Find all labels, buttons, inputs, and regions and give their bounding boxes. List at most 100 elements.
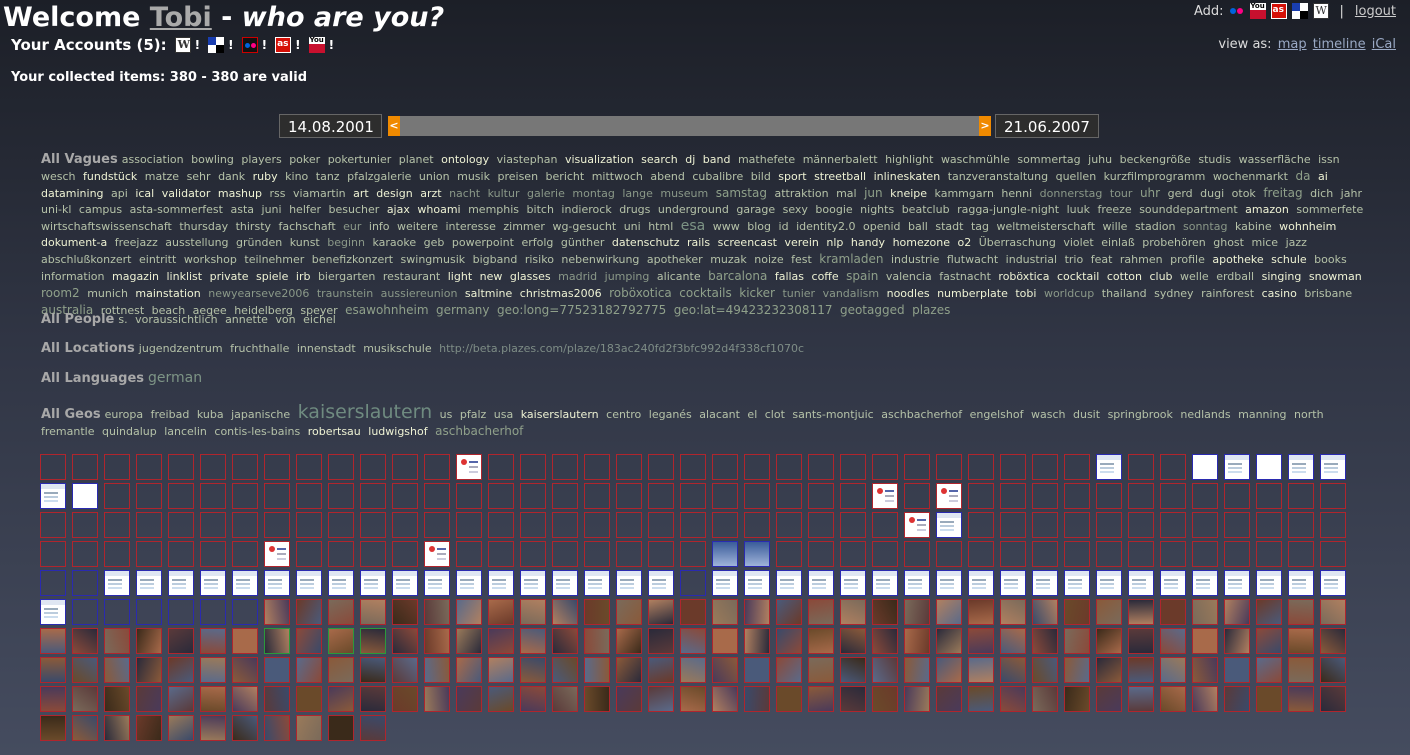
empty-slot[interactable] <box>136 541 162 567</box>
tag-link[interactable]: kaiserslautern <box>298 401 433 423</box>
empty-slot[interactable] <box>648 512 674 538</box>
tag-link[interactable]: art <box>353 187 369 200</box>
tag-link[interactable]: weltmeisterschaft <box>997 220 1096 233</box>
tag-link[interactable]: waschmühle <box>941 153 1010 166</box>
photo-thumbnail[interactable] <box>968 686 994 712</box>
add-wordpress-icon[interactable] <box>1312 3 1329 19</box>
lastfm-icon[interactable] <box>275 37 292 53</box>
photo-thumbnail[interactable] <box>840 628 866 654</box>
bookmark-thumbnail[interactable] <box>424 570 450 596</box>
tag-link[interactable]: stadt <box>935 220 963 233</box>
tag-link[interactable]: montag <box>572 187 614 200</box>
tag-link[interactable]: www <box>713 220 740 233</box>
tag-link[interactable]: lancelin <box>164 425 207 438</box>
photo-thumbnail[interactable] <box>1128 657 1154 683</box>
empty-slot[interactable] <box>1320 483 1346 509</box>
empty-slot[interactable] <box>360 541 386 567</box>
tag-link[interactable]: feat <box>1091 253 1113 266</box>
tag-link[interactable]: info <box>369 220 390 233</box>
photo-thumbnail[interactable] <box>872 686 898 712</box>
tag-link[interactable]: sydney <box>1154 287 1193 300</box>
bookmark-thumbnail[interactable] <box>1192 570 1218 596</box>
tag-link[interactable]: eur <box>343 220 361 233</box>
logout-link[interactable]: logout <box>1355 4 1396 19</box>
tag-link[interactable]: samstag <box>716 186 767 200</box>
bookmark-thumbnail[interactable] <box>1096 570 1122 596</box>
tag-link[interactable]: Überraschung <box>979 236 1056 249</box>
photo-thumbnail[interactable] <box>584 657 610 683</box>
tag-link[interactable]: wohnheim <box>1279 220 1336 233</box>
bookmark-thumbnail[interactable] <box>840 570 866 596</box>
tag-link[interactable]: tanzveranstaltung <box>948 170 1048 183</box>
tag-link[interactable]: kurzfilmprogramm <box>1104 170 1206 183</box>
bookmark-thumbnail[interactable] <box>168 599 194 625</box>
tag-link[interactable]: numberplate <box>937 287 1008 300</box>
tag-link[interactable]: poker <box>289 153 320 166</box>
tag-link[interactable]: uni-kl <box>41 203 71 216</box>
view-map-link[interactable]: map <box>1278 37 1307 52</box>
empty-slot[interactable] <box>1256 483 1282 509</box>
photo-thumbnail[interactable] <box>552 686 578 712</box>
photo-thumbnail[interactable] <box>104 657 130 683</box>
tag-link[interactable]: asta-sommerfest <box>130 203 223 216</box>
empty-slot[interactable] <box>776 512 802 538</box>
empty-slot[interactable] <box>1064 541 1090 567</box>
photo-thumbnail[interactable] <box>424 657 450 683</box>
photo-thumbnail[interactable] <box>168 628 194 654</box>
empty-slot[interactable] <box>200 483 226 509</box>
photo-thumbnail[interactable] <box>1288 628 1314 654</box>
empty-slot[interactable] <box>808 483 834 509</box>
empty-slot[interactable] <box>520 541 546 567</box>
empty-slot[interactable] <box>232 483 258 509</box>
photo-thumbnail[interactable] <box>360 715 386 741</box>
empty-slot[interactable] <box>1192 541 1218 567</box>
empty-slot[interactable] <box>904 454 930 480</box>
bookmark-thumbnail[interactable] <box>232 570 258 596</box>
bookmark-thumbnail[interactable] <box>1064 570 1090 596</box>
tag-link[interactable]: spiele <box>256 270 288 283</box>
bookmark-thumbnail[interactable] <box>712 570 738 596</box>
tag-link[interactable]: violet <box>1063 236 1093 249</box>
tag-link[interactable]: identity2.0 <box>796 220 855 233</box>
tag-link[interactable]: leganés <box>649 408 692 421</box>
empty-slot[interactable] <box>296 541 322 567</box>
empty-slot[interactable] <box>552 512 578 538</box>
bookmark-thumbnail[interactable] <box>200 570 226 596</box>
tag-link[interactable]: juhu <box>1088 153 1112 166</box>
tag-link[interactable]: wesch <box>41 170 76 183</box>
tag-link[interactable]: sehr <box>187 170 211 183</box>
empty-slot[interactable] <box>680 483 706 509</box>
item-thumbnail[interactable] <box>1224 454 1250 480</box>
empty-slot[interactable] <box>776 541 802 567</box>
bookmark-thumbnail[interactable] <box>40 570 66 596</box>
empty-slot[interactable] <box>872 541 898 567</box>
add-lastfm-icon[interactable] <box>1270 3 1287 19</box>
photo-thumbnail[interactable] <box>136 686 162 712</box>
item-thumbnail[interactable] <box>72 483 98 509</box>
tag-link[interactable]: dich <box>1310 187 1333 200</box>
tag-link[interactable]: kneipe <box>890 187 927 200</box>
photo-thumbnail[interactable] <box>808 686 834 712</box>
tag-link[interactable]: snowman <box>1309 270 1362 283</box>
item-thumbnail[interactable] <box>872 483 898 509</box>
tag-link[interactable]: private <box>210 270 249 283</box>
bookmark-thumbnail[interactable] <box>264 570 290 596</box>
tag-link[interactable]: mittwoch <box>592 170 643 183</box>
photo-thumbnail[interactable] <box>392 686 418 712</box>
empty-slot[interactable] <box>168 541 194 567</box>
tag-link[interactable]: geb <box>424 236 445 249</box>
tag-link[interactable]: musikschule <box>363 342 431 355</box>
photo-thumbnail[interactable] <box>200 686 226 712</box>
photo-thumbnail[interactable] <box>712 599 738 625</box>
tag-link[interactable]: api <box>111 187 128 200</box>
tag-link[interactable]: kino <box>285 170 308 183</box>
tag-link[interactable]: asta <box>230 203 254 216</box>
tag-link[interactable]: kammgarn <box>935 187 994 200</box>
tag-link[interactable]: mathefete <box>738 153 795 166</box>
photo-thumbnail[interactable] <box>392 628 418 654</box>
tag-link[interactable]: kramladen <box>819 252 883 266</box>
bookmark-thumbnail[interactable] <box>168 570 194 596</box>
empty-slot[interactable] <box>776 483 802 509</box>
photo-thumbnail[interactable] <box>1096 686 1122 712</box>
empty-slot[interactable] <box>648 483 674 509</box>
